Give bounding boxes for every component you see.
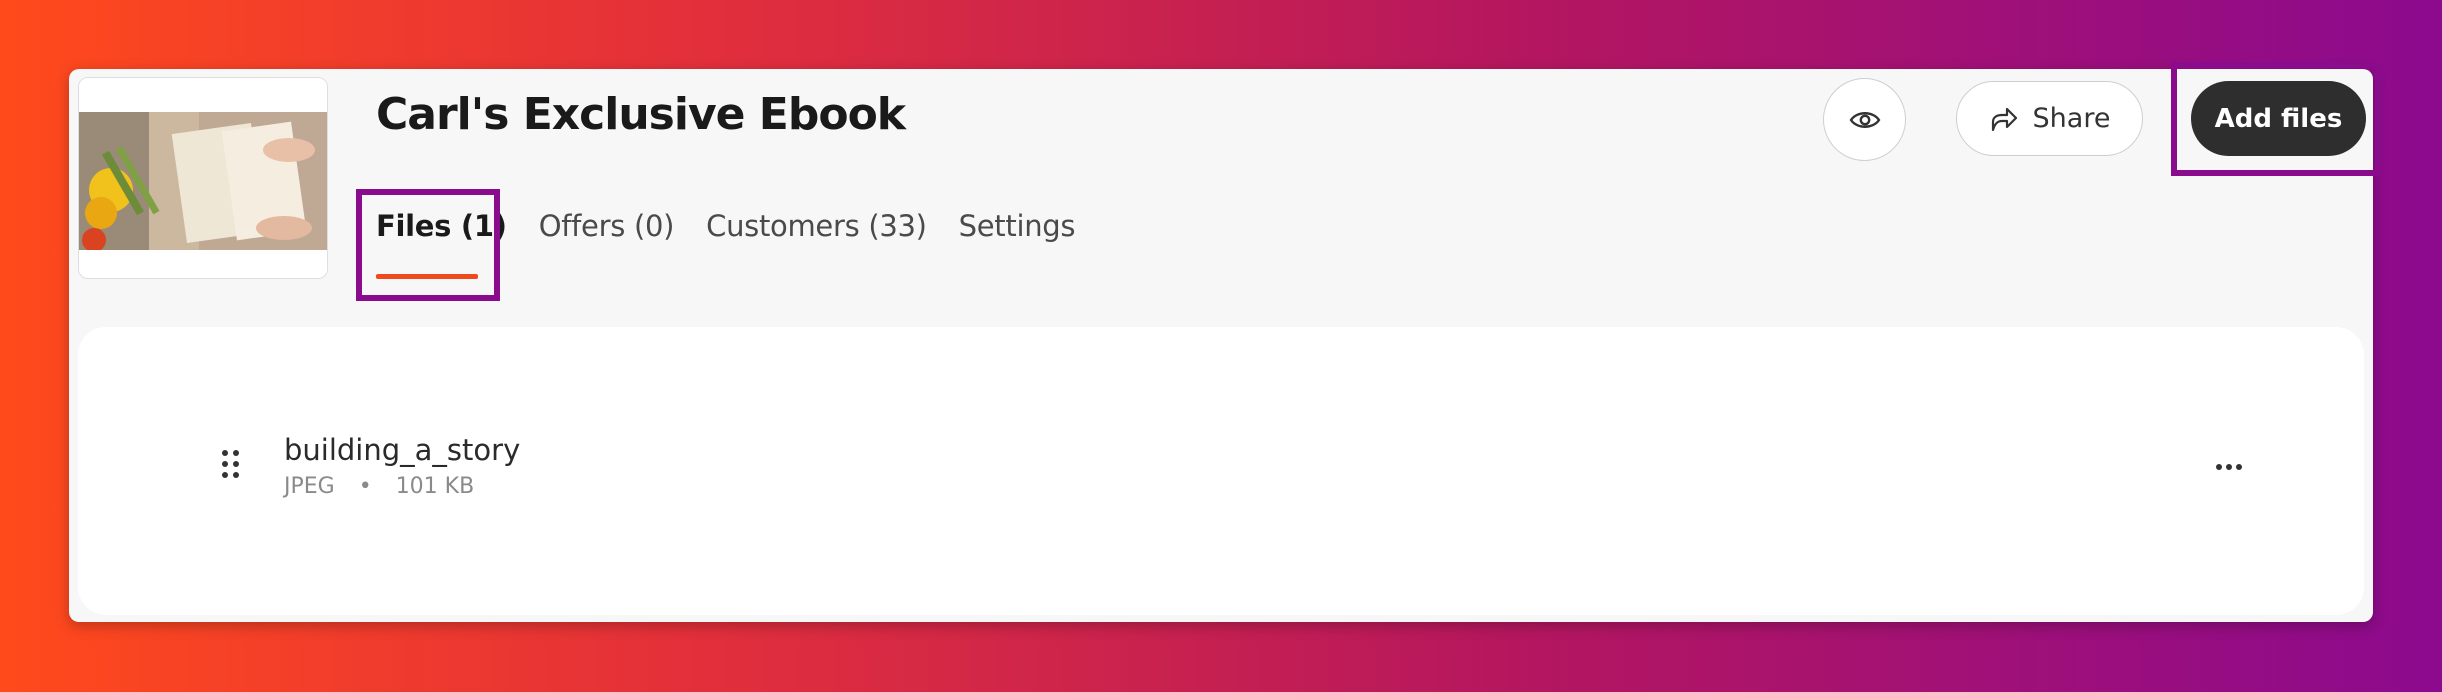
page-title: Carl's Exclusive Ebook: [376, 89, 906, 140]
files-panel: building_a_story JPEG • 101 KB: [78, 327, 2364, 615]
share-arrow-icon: [1991, 107, 2017, 131]
file-type: JPEG: [284, 474, 335, 499]
more-options-icon[interactable]: [2209, 447, 2249, 487]
tab-customers[interactable]: Customers (33): [706, 209, 927, 243]
eye-icon: [1849, 111, 1880, 128]
drag-handle-icon[interactable]: [219, 447, 243, 487]
tab-offers[interactable]: Offers (0): [539, 209, 675, 243]
highlight-box-files-tab: [356, 189, 500, 301]
share-label: Share: [2032, 103, 2111, 134]
file-meta: JPEG • 101 KB: [284, 474, 474, 499]
product-card: Carl's Exclusive Ebook Files (1) Offers …: [69, 62, 2381, 622]
file-size: 101 KB: [395, 474, 475, 499]
meta-separator: •: [358, 474, 372, 499]
share-button[interactable]: Share: [1956, 81, 2143, 156]
tab-settings[interactable]: Settings: [959, 209, 1076, 243]
thumbnail-image: [79, 78, 327, 278]
highlight-box-add-files: [2171, 62, 2381, 176]
product-thumbnail[interactable]: [78, 77, 328, 279]
file-name[interactable]: building_a_story: [284, 433, 520, 467]
preview-button[interactable]: [1823, 78, 1906, 161]
